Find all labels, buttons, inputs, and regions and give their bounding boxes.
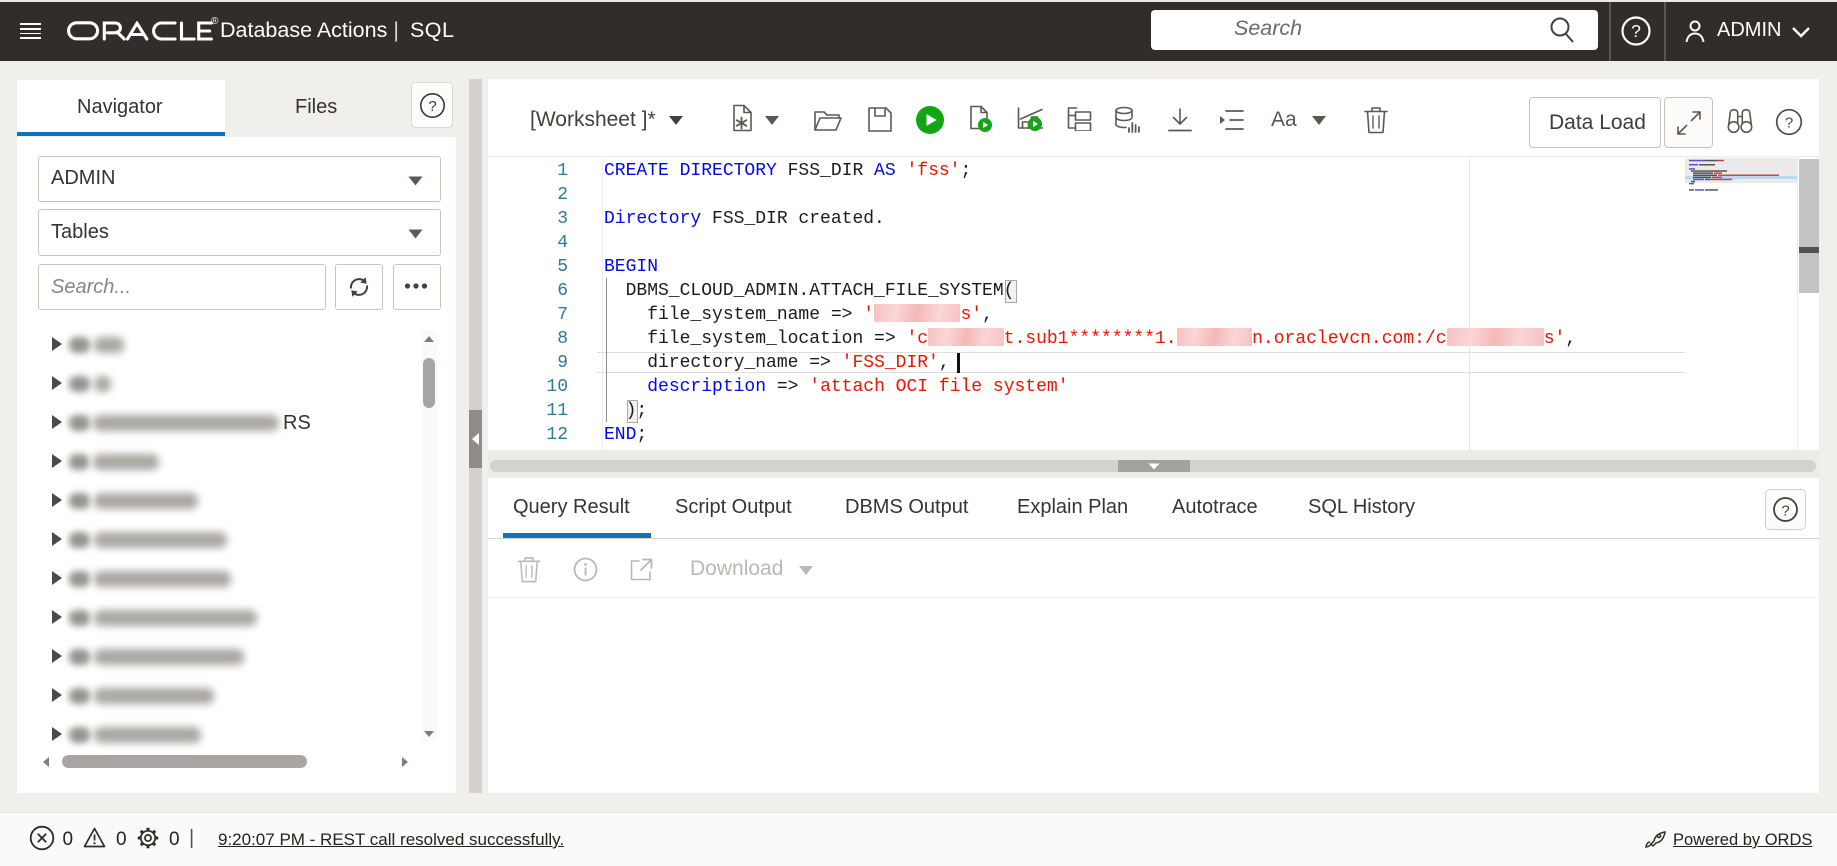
svg-text:?: ? [1781, 503, 1789, 520]
svg-text:?: ? [1785, 115, 1793, 132]
svg-text:?: ? [1631, 21, 1641, 41]
svg-text:?: ? [428, 98, 436, 115]
